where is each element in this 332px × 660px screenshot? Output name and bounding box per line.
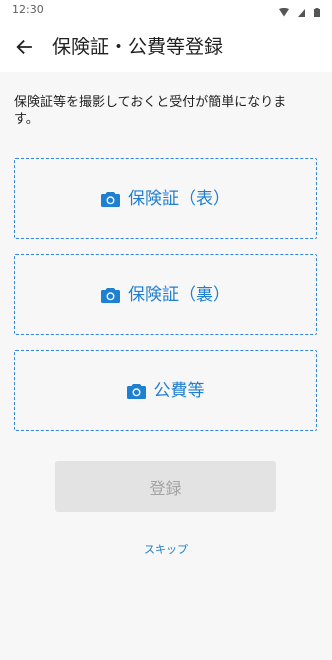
upload-public-expense-button[interactable]: 公費等 bbox=[14, 350, 317, 431]
register-button[interactable]: 登録 bbox=[55, 461, 276, 512]
description-text: 保険証等を撮影しておくと受付が簡単になります。 bbox=[14, 95, 287, 127]
back-button[interactable] bbox=[10, 33, 38, 61]
camera-icon bbox=[101, 191, 120, 207]
status-time: 12:30 bbox=[12, 3, 44, 16]
status-icons bbox=[279, 5, 320, 17]
upload-insurance-card-front-button[interactable]: 保険証（表） bbox=[14, 158, 317, 239]
page-title: 保険証・公費等登録 bbox=[52, 36, 224, 58]
upload-box-label: 公費等 bbox=[153, 380, 205, 401]
wifi-icon bbox=[279, 2, 289, 21]
upload-box-label: 保険証（裏） bbox=[128, 284, 230, 305]
upload-insurance-card-back-button[interactable]: 保険証（裏） bbox=[14, 254, 317, 335]
camera-icon bbox=[126, 383, 146, 399]
status-bar: 12:30 bbox=[0, 0, 332, 22]
skip-link[interactable]: スキップ bbox=[0, 541, 332, 557]
app-bar: 保険証・公費等登録 bbox=[0, 22, 332, 72]
camera-icon bbox=[101, 287, 120, 303]
battery-icon bbox=[314, 2, 320, 21]
signal-icon bbox=[298, 2, 305, 21]
arrow-left-icon bbox=[15, 38, 33, 56]
upload-box-label: 保険証（表） bbox=[128, 188, 230, 209]
